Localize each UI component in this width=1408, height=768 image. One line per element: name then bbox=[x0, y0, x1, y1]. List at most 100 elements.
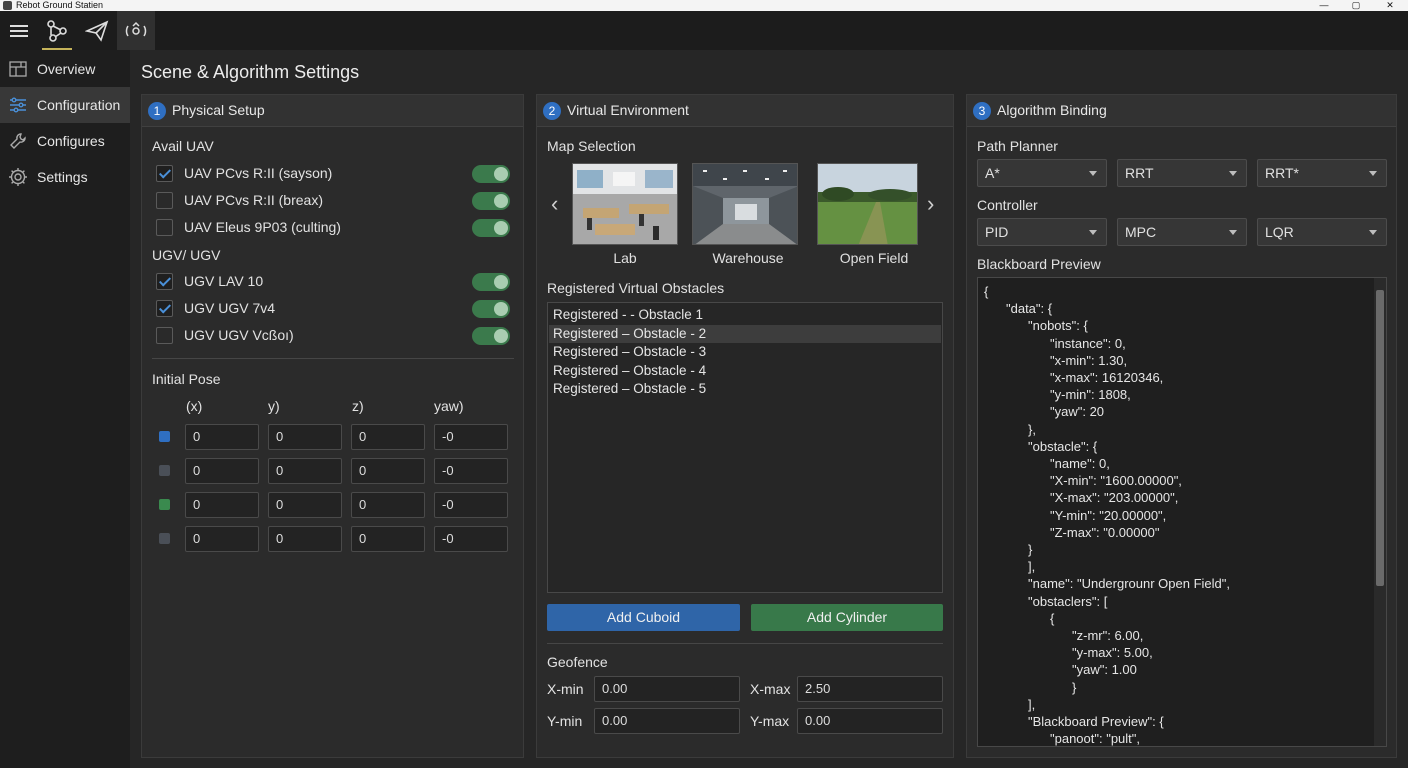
window-title: Rebot Ground Statien bbox=[16, 0, 104, 10]
pose-y-input[interactable]: 0 bbox=[268, 458, 342, 484]
panel-title: Virtual Environment bbox=[567, 102, 689, 118]
add-cylinder-button[interactable]: Add Cylinder bbox=[751, 604, 943, 631]
dropdown-value: A* bbox=[985, 165, 1000, 181]
uav-checkbox[interactable] bbox=[156, 192, 173, 209]
list-item[interactable]: Registered – Obstacle - 4 bbox=[549, 362, 941, 380]
uav-checkbox[interactable] bbox=[156, 165, 173, 182]
list-item[interactable]: Registered – Obstacle - 5 bbox=[549, 380, 941, 398]
warehouse-image bbox=[693, 164, 797, 244]
node-graph-button[interactable] bbox=[38, 11, 76, 50]
uav-toggle[interactable] bbox=[472, 219, 510, 237]
sidebar-item-label: Settings bbox=[37, 169, 88, 185]
pose-x-input[interactable]: 0 bbox=[185, 424, 259, 450]
sidebar-item-label: Configuration bbox=[37, 97, 121, 113]
panel-title: Algorithm Binding bbox=[997, 102, 1107, 118]
pose-x-input[interactable]: 0 bbox=[185, 526, 259, 552]
controller-dropdown[interactable]: PID bbox=[977, 218, 1107, 246]
controller-dropdown[interactable]: MPC bbox=[1117, 218, 1247, 246]
ugv-heading: UGV/ UGV bbox=[152, 247, 221, 263]
pose-z-input[interactable]: 0 bbox=[351, 424, 425, 450]
add-cuboid-button[interactable]: Add Cuboid bbox=[547, 604, 740, 631]
pose-z-input[interactable]: 0 bbox=[351, 458, 425, 484]
map-next-arrow[interactable]: › bbox=[927, 191, 934, 217]
map-thumbnail-warehouse[interactable] bbox=[692, 163, 798, 245]
open-field-image bbox=[818, 164, 917, 244]
ugv-toggle[interactable] bbox=[472, 273, 510, 291]
geofence-xmin-input[interactable]: 0.00 bbox=[594, 676, 740, 702]
json-line: "data": { bbox=[1006, 301, 1053, 317]
map-prev-arrow[interactable]: ‹ bbox=[551, 191, 558, 217]
pose-x-input[interactable]: 0 bbox=[185, 458, 259, 484]
uav-heading: Avail UAV bbox=[152, 138, 214, 154]
maximize-button[interactable]: ▢ bbox=[1346, 0, 1366, 11]
pose-x-input[interactable]: 0 bbox=[185, 492, 259, 518]
pose-yaw-input[interactable]: -0 bbox=[434, 424, 508, 450]
close-button[interactable]: ✕ bbox=[1380, 0, 1400, 11]
sidebar-item-overview[interactable]: Overview bbox=[0, 51, 130, 87]
pose-y-input[interactable]: 0 bbox=[268, 492, 342, 518]
scrollbar[interactable] bbox=[1374, 278, 1386, 746]
geofence-ymin-input[interactable]: 0.00 bbox=[594, 708, 740, 734]
json-line: "obstacle": { bbox=[1028, 438, 1098, 454]
pose-y-input[interactable]: 0 bbox=[268, 424, 342, 450]
json-line: "x-max": 16120346, bbox=[1050, 370, 1164, 385]
uav-checkbox[interactable] bbox=[156, 219, 173, 236]
geofence-ymax-input[interactable]: 0.00 bbox=[797, 708, 943, 734]
map-label-open-field: Open Field bbox=[839, 250, 909, 266]
sidebar-item-configures[interactable]: Configures bbox=[0, 123, 130, 159]
blackboard-heading: Blackboard Preview bbox=[977, 256, 1101, 272]
ugv-checkbox[interactable] bbox=[156, 300, 173, 317]
uav-toggle[interactable] bbox=[472, 192, 510, 210]
minimize-button[interactable]: — bbox=[1314, 0, 1334, 11]
geofence-heading: Geofence bbox=[547, 654, 608, 670]
json-line: "yaw": 1.00 bbox=[1072, 662, 1137, 678]
json-line: ], bbox=[1028, 696, 1036, 712]
blackboard-preview[interactable]: "panoot": "pult", "Blackboard Preview": {… bbox=[977, 277, 1387, 747]
sidebar-item-configuration[interactable]: Configuration bbox=[0, 87, 130, 123]
list-item[interactable]: Registered – Obstacle - 2 bbox=[549, 325, 941, 343]
pose-y-input[interactable]: 0 bbox=[268, 526, 342, 552]
list-item[interactable]: Registered – Obstacle - 3 bbox=[549, 343, 941, 361]
planner-dropdown[interactable]: RRT* bbox=[1257, 159, 1387, 187]
planner-dropdown[interactable]: A* bbox=[977, 159, 1107, 187]
map-thumbnail-open-field[interactable] bbox=[817, 163, 918, 245]
pose-z-input[interactable]: 0 bbox=[351, 492, 425, 518]
pose-col-yaw: yaw) bbox=[434, 398, 464, 414]
sidebar-item-label: Overview bbox=[37, 61, 96, 77]
json-line: } bbox=[1072, 679, 1077, 695]
json-line: "Blackboard Preview": { bbox=[1028, 714, 1164, 729]
ugv-toggle[interactable] bbox=[472, 300, 510, 318]
sliders-icon bbox=[10, 97, 26, 113]
uav-toggle[interactable] bbox=[472, 165, 510, 183]
obstacle-list[interactable]: Registered - - Obstacle 1 Registered – O… bbox=[547, 302, 943, 593]
ugv-checkbox[interactable] bbox=[156, 273, 173, 290]
json-line: "z-mr": 6.00, bbox=[1072, 628, 1144, 643]
scrollbar-thumb[interactable] bbox=[1376, 290, 1384, 586]
planner-dropdown[interactable]: RRT bbox=[1117, 159, 1247, 187]
chevron-down-icon bbox=[1229, 230, 1237, 235]
step-badge: 1 bbox=[148, 102, 166, 120]
virtual-environment-panel: 2 Virtual Environment Map Selection ‹ › … bbox=[536, 94, 954, 758]
panel-header: 2 Virtual Environment bbox=[537, 95, 953, 127]
controller-dropdown[interactable]: LQR bbox=[1257, 218, 1387, 246]
panel-header: 3 Algorithm Binding bbox=[967, 95, 1396, 127]
pose-yaw-input[interactable]: -0 bbox=[434, 458, 508, 484]
window-titlebar: Rebot Ground Statien — ▢ ✕ bbox=[0, 0, 1408, 11]
list-item[interactable]: Registered - - Obstacle 1 bbox=[549, 306, 941, 324]
pose-yaw-input[interactable]: -0 bbox=[434, 526, 508, 552]
uav-label: UAV Eleus 9P03 (culting) bbox=[184, 219, 341, 235]
robot-sync-button[interactable] bbox=[117, 11, 155, 50]
geofence-xmax-input[interactable]: 2.50 bbox=[797, 676, 943, 702]
json-line: "yaw": 20 bbox=[1050, 404, 1105, 420]
map-thumbnail-lab[interactable] bbox=[572, 163, 678, 245]
ugv-checkbox[interactable] bbox=[156, 327, 173, 344]
menu-button[interactable] bbox=[0, 11, 38, 50]
ugv-toggle[interactable] bbox=[472, 327, 510, 345]
send-button[interactable] bbox=[78, 11, 116, 50]
ugv-label: UGV UGV Vcßoı) bbox=[184, 327, 294, 343]
geofence-xmin-label: X-min bbox=[547, 681, 584, 697]
pose-z-input[interactable]: 0 bbox=[351, 526, 425, 552]
app-icon bbox=[3, 1, 12, 10]
pose-yaw-input[interactable]: -0 bbox=[434, 492, 508, 518]
sidebar-item-settings[interactable]: Settings bbox=[0, 159, 130, 195]
